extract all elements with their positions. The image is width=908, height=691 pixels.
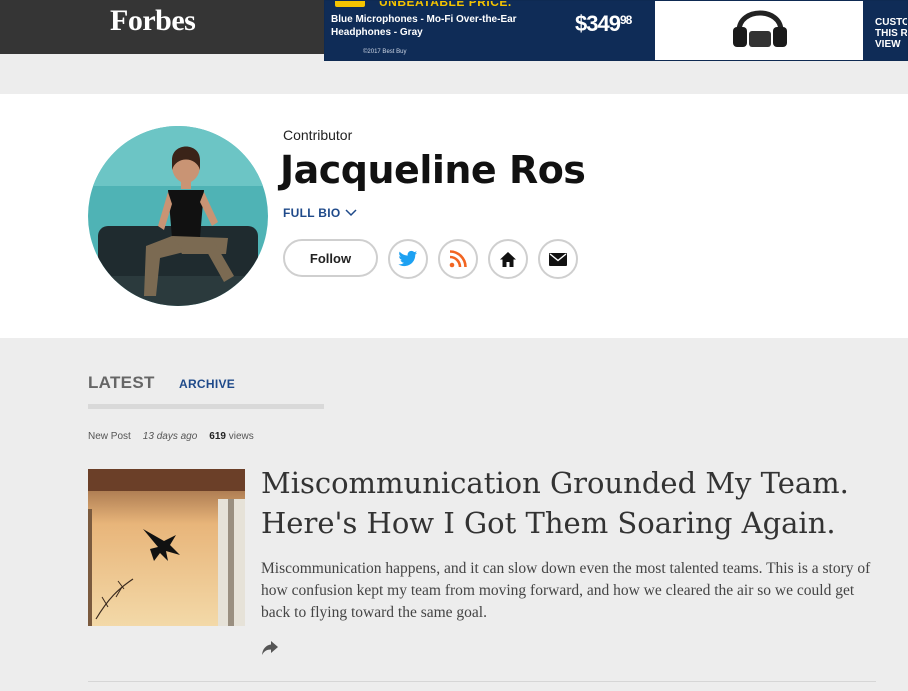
post-views: 619 views [209, 431, 253, 442]
ad-side-text: CUSTO THIS R VIEW [875, 17, 908, 50]
ad-side-panel: CUSTO THIS R VIEW [863, 1, 908, 60]
share-icon[interactable] [261, 640, 279, 656]
author-role: Contributor [283, 127, 353, 143]
website-button[interactable] [488, 239, 528, 279]
chevron-down-icon [344, 209, 357, 217]
twitter-icon [398, 250, 418, 267]
article-thumbnail[interactable] [88, 469, 245, 626]
tab-archive[interactable]: ARCHIVE [179, 377, 235, 391]
forbes-logo[interactable]: Forbes [110, 4, 196, 38]
ad-price-cents: 98 [619, 13, 632, 27]
rss-button[interactable] [438, 239, 478, 279]
rss-icon [449, 250, 467, 268]
views-count: 619 [209, 431, 226, 442]
author-photo [88, 126, 268, 306]
author-profile-card: Contributor Jacqueline Ros FULL BIO Foll… [0, 94, 908, 338]
tab-latest[interactable]: LATEST [88, 373, 155, 393]
ad-product-name: Blue Microphones - Mo-Fi Over-the-Ear He… [331, 14, 517, 38]
twitter-button[interactable] [388, 239, 428, 279]
divider [88, 681, 876, 682]
follow-button[interactable]: Follow [283, 239, 378, 277]
full-bio-toggle[interactable]: FULL BIO [283, 206, 357, 220]
author-name: Jacqueline Ros [280, 148, 586, 192]
ad-brand-tag [335, 1, 365, 7]
email-icon [549, 252, 567, 266]
ad-panel: UNBEATABLE PRICE. Blue Microphones - Mo-… [325, 0, 655, 60]
author-avatar [88, 126, 268, 306]
ad-price: $34998 [575, 11, 632, 37]
post-meta: New Post 13 days ago 619 views [88, 431, 254, 442]
bird-image [88, 469, 245, 626]
headphones-image [733, 10, 787, 47]
banner-ad[interactable]: UNBEATABLE PRICE. Blue Microphones - Mo-… [324, 0, 908, 61]
post-age: 13 days ago [142, 431, 198, 442]
full-bio-label: FULL BIO [283, 206, 341, 220]
ad-price-dollars: $349 [575, 11, 621, 36]
ad-copyright: ©2017 Best Buy [363, 49, 407, 55]
ad-headline: UNBEATABLE PRICE. [379, 0, 512, 9]
tab-underline [88, 404, 324, 409]
post-type-label: New Post [88, 431, 131, 442]
views-label: views [228, 431, 254, 442]
email-button[interactable] [538, 239, 578, 279]
home-icon [500, 251, 516, 267]
article-summary: Miscommunication happens, and it can slo… [261, 560, 871, 621]
article-headline[interactable]: Miscommunication Grounded My Team. Here'… [261, 463, 861, 543]
